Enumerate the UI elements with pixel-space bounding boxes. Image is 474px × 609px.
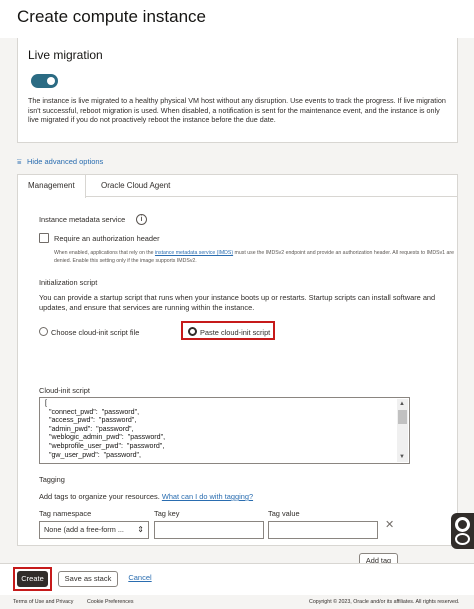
paste-script-radio[interactable] (188, 327, 197, 336)
init-script-heading: Initialization script (39, 278, 98, 287)
scroll-down-icon[interactable]: ▼ (399, 453, 405, 462)
live-migration-heading: Live migration (28, 48, 103, 62)
cloud-init-script-textarea[interactable]: [ "connect_pwd": "password", "access_pwd… (39, 397, 410, 464)
form-content: Live migration The instance is live migr… (0, 38, 474, 569)
tab-strip: Management Oracle Cloud Agent (18, 175, 457, 198)
tagging-heading: Tagging (39, 475, 65, 484)
info-icon[interactable]: i (136, 214, 147, 225)
cloud-init-script-label: Cloud-init script (39, 386, 90, 395)
tag-key-input[interactable] (154, 521, 264, 539)
copyright-text: Copyright © 2023, Oracle and/or its affi… (309, 599, 460, 605)
tag-namespace-label: Tag namespace (39, 509, 92, 518)
tab-management[interactable]: Management (18, 175, 86, 198)
cancel-link[interactable]: Cancel (127, 571, 153, 587)
tag-namespace-value: None (add a free-form ... (44, 525, 124, 534)
tag-value-label: Tag value (268, 509, 300, 518)
page-title: Create compute instance (17, 7, 206, 26)
live-migration-toggle[interactable] (31, 74, 58, 88)
cookie-preferences-link[interactable]: Cookie Preferences (87, 599, 134, 605)
require-auth-checkbox[interactable] (39, 233, 49, 243)
tag-key-label: Tag key (154, 509, 180, 518)
script-line: "weblogic_admin_pwd": "password", (45, 433, 166, 442)
paste-script-label: Paste cloud-init script (200, 328, 271, 337)
choose-file-radio[interactable] (39, 327, 48, 336)
script-line: [ (45, 399, 47, 407)
help-button[interactable] (451, 513, 474, 549)
advanced-options-panel: Management Oracle Cloud Agent Instance m… (17, 174, 458, 569)
hide-advanced-options-label: Hide advanced options (27, 157, 104, 166)
tag-namespace-select[interactable]: None (add a free-form ... ⇕ (39, 521, 149, 539)
create-button[interactable]: Create (17, 571, 48, 587)
select-arrows-icon: ⇕ (137, 525, 144, 534)
page-header: Create compute instance (0, 0, 474, 38)
help-fab-lower-icon (455, 533, 470, 545)
tagging-desc-text: Add tags to organize your resources. (39, 492, 160, 501)
choose-file-label: Choose cloud-init script file (51, 328, 140, 337)
scroll-thumb[interactable] (398, 410, 407, 424)
imds-note: When enabled, applications that rely on … (54, 249, 454, 265)
script-line: "gw_user_pwd": "password", (45, 450, 142, 459)
toggle-knob (47, 77, 55, 85)
script-line: "webprofile_user_pwd": "password", (45, 441, 165, 450)
live-migration-panel: Live migration The instance is live migr… (17, 38, 458, 143)
page-footer: Terms of Use and Privacy Cookie Preferen… (0, 595, 474, 609)
save-as-stack-button[interactable]: Save as stack (58, 571, 118, 587)
script-line: "access_pwd": "password", (45, 416, 137, 425)
init-script-description: You can provide a startup script that ru… (39, 293, 436, 312)
textarea-scrollbar[interactable]: ▲ ▼ (397, 399, 408, 462)
live-migration-description: The instance is live migrated to a healt… (28, 96, 446, 124)
tag-value-input[interactable] (268, 521, 378, 539)
tagging-description: Add tags to organize your resources. Wha… (39, 492, 253, 501)
script-line: "admin_pwd": "password", (45, 424, 134, 433)
action-bar: Create Save as stack Cancel (0, 563, 474, 595)
imds-heading: Instance metadata service (39, 215, 126, 224)
imds-link[interactable]: instance metadata service (IMDS) (155, 250, 233, 256)
require-auth-label: Require an authorization header (54, 234, 160, 243)
tab-oracle-cloud-agent[interactable]: Oracle Cloud Agent (91, 175, 180, 197)
scroll-up-icon[interactable]: ▲ (399, 400, 405, 409)
hide-advanced-options-link[interactable]: ⩸ Hide advanced options (17, 157, 103, 167)
imds-note-prefix: When enabled, applications that rely on … (54, 250, 154, 256)
terms-link[interactable]: Terms of Use and Privacy (13, 599, 73, 605)
close-icon[interactable]: ✕ (385, 518, 394, 531)
lifebuoy-icon (455, 517, 470, 532)
script-line: "connect_pwd": "password", (45, 407, 140, 416)
tagging-help-link[interactable]: What can I do with tagging? (162, 492, 253, 501)
sliders-icon: ⩸ (17, 157, 22, 166)
